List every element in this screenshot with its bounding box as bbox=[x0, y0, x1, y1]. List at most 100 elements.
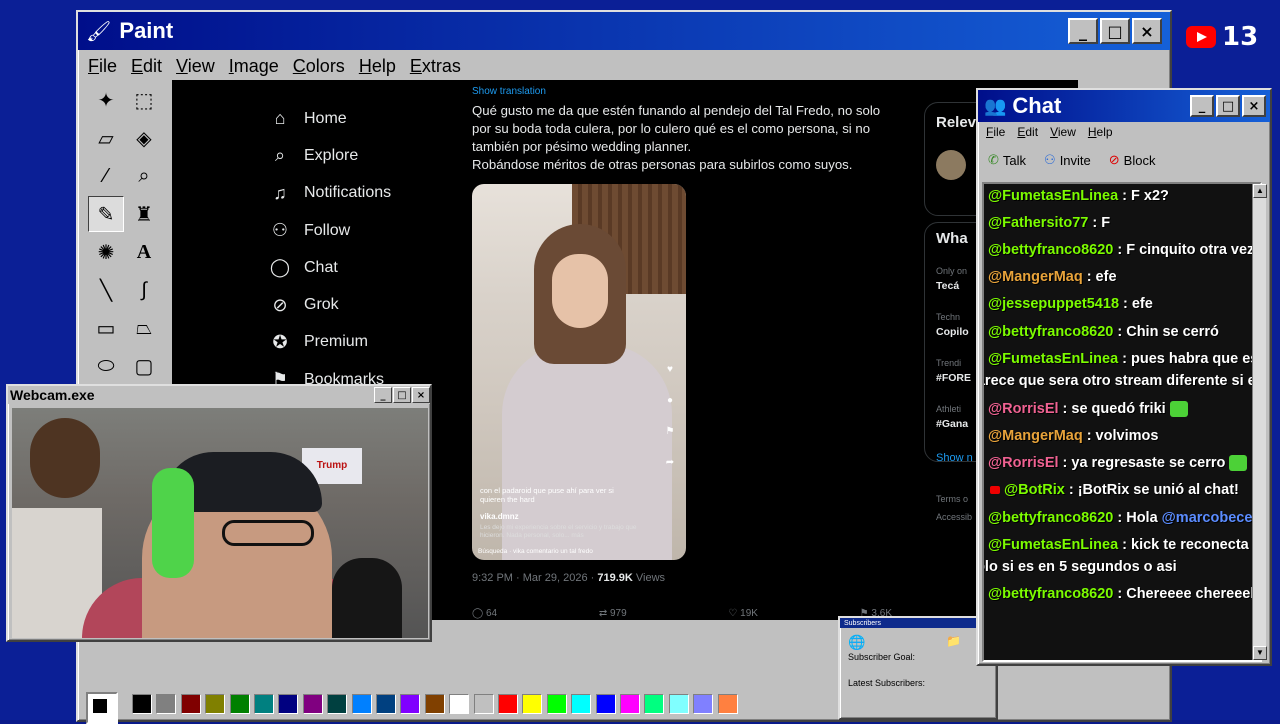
maximize-button[interactable]: □ bbox=[1216, 95, 1240, 117]
color-swatch[interactable] bbox=[132, 694, 152, 714]
nav-notifications[interactable]: ♫Notifications bbox=[268, 175, 391, 212]
menu-image[interactable]: Image bbox=[229, 56, 279, 77]
chat-menu-help[interactable]: Help bbox=[1088, 125, 1113, 139]
subscribers-titlebar[interactable]: Subscribers bbox=[840, 618, 996, 628]
scroll-up-arrow[interactable]: ▲ bbox=[1253, 184, 1267, 198]
minimize-button[interactable]: _ bbox=[374, 387, 392, 403]
color-swatch[interactable] bbox=[718, 694, 738, 714]
color-swatch[interactable] bbox=[230, 694, 250, 714]
close-button[interactable]: × bbox=[1242, 95, 1266, 117]
close-button[interactable]: × bbox=[412, 387, 430, 403]
color-swatch[interactable] bbox=[425, 694, 445, 714]
chat-username[interactable]: @bettyfranco8620 bbox=[988, 324, 1113, 340]
nav-explore[interactable]: ⌕Explore bbox=[268, 137, 391, 174]
color-swatch[interactable] bbox=[620, 694, 640, 714]
ellipse-icon[interactable]: ⬭ bbox=[88, 348, 124, 384]
free-select-icon[interactable]: ✦ bbox=[88, 82, 124, 118]
chat-titlebar[interactable]: 👥 Chat _ □ × bbox=[978, 90, 1270, 122]
menu-file[interactable]: File bbox=[88, 56, 117, 77]
color-swatch[interactable] bbox=[400, 694, 420, 714]
rect-select-icon[interactable]: ⬚ bbox=[126, 82, 162, 118]
color-swatch[interactable] bbox=[254, 694, 274, 714]
chat-username[interactable]: @FumetasEnLinea bbox=[988, 351, 1118, 367]
reply-button[interactable]: ◯ 64 bbox=[472, 608, 497, 619]
minimize-button[interactable]: _ bbox=[1068, 18, 1098, 44]
chat-username[interactable]: @bettyfranco8620 bbox=[988, 586, 1113, 602]
minimize-button[interactable]: _ bbox=[1190, 95, 1214, 117]
magnifier-icon[interactable]: ⌕ bbox=[126, 158, 162, 194]
current-colors[interactable] bbox=[86, 692, 118, 724]
color-swatch[interactable] bbox=[498, 694, 518, 714]
color-swatch[interactable] bbox=[303, 694, 323, 714]
chat-username[interactable]: @RorrisEl bbox=[988, 455, 1059, 471]
paint-titlebar[interactable]: 🖌 Paint _ □ × bbox=[78, 12, 1170, 50]
chat-username[interactable]: @jessepuppet5418 bbox=[988, 296, 1119, 312]
show-translation-link[interactable]: Show translation bbox=[472, 86, 546, 97]
color-swatch[interactable] bbox=[547, 694, 567, 714]
color-swatch[interactable] bbox=[644, 694, 664, 714]
chat-username[interactable]: @MangerMaq bbox=[988, 269, 1083, 285]
chat-username[interactable]: @MangerMaq bbox=[988, 428, 1083, 444]
menu-colors[interactable]: Colors bbox=[293, 56, 345, 77]
chat-menu-edit[interactable]: Edit bbox=[1017, 125, 1038, 139]
rounded-rect-icon[interactable]: ▢ bbox=[126, 348, 162, 384]
nav-follow[interactable]: ⚇Follow bbox=[268, 212, 391, 249]
color-swatch[interactable] bbox=[205, 694, 225, 714]
maximize-button[interactable]: □ bbox=[393, 387, 411, 403]
nav-home[interactable]: ⌂Home bbox=[268, 100, 391, 137]
scroll-down-arrow[interactable]: ▼ bbox=[1253, 646, 1267, 660]
color-swatch[interactable] bbox=[352, 694, 372, 714]
chat-username[interactable]: @FumetasEnLinea bbox=[988, 188, 1118, 204]
menu-view[interactable]: View bbox=[176, 56, 215, 77]
polygon-icon[interactable]: ⏢ bbox=[126, 310, 162, 346]
chat-mention[interactable]: @marcobecerrap bbox=[1162, 510, 1262, 526]
color-swatch[interactable] bbox=[596, 694, 616, 714]
color-picker-icon[interactable]: ⁄ bbox=[88, 158, 124, 194]
color-swatch[interactable] bbox=[522, 694, 542, 714]
color-swatch[interactable] bbox=[474, 694, 494, 714]
menu-edit[interactable]: Edit bbox=[131, 56, 162, 77]
curve-icon[interactable]: ∫ bbox=[126, 272, 162, 308]
fill-bucket-icon[interactable]: ◈ bbox=[126, 120, 162, 156]
chat-username[interactable]: @FumetasEnLinea bbox=[988, 537, 1118, 553]
invite-button[interactable]: ⚇Invite bbox=[1044, 152, 1091, 168]
chat-username[interactable]: @RorrisEl bbox=[988, 401, 1059, 417]
color-swatch[interactable] bbox=[156, 694, 176, 714]
retweet-button[interactable]: ⇄ 979 bbox=[599, 608, 627, 619]
webcam-titlebar[interactable]: Webcam.exe _ □ × bbox=[8, 386, 430, 404]
text-tool-icon[interactable]: A bbox=[126, 234, 162, 270]
menu-extras[interactable]: Extras bbox=[410, 56, 461, 77]
color-swatch[interactable] bbox=[693, 694, 713, 714]
airbrush-icon[interactable]: ✺ bbox=[88, 234, 124, 270]
line-icon[interactable]: ╲ bbox=[88, 272, 124, 308]
color-swatch[interactable] bbox=[181, 694, 201, 714]
pencil-icon[interactable]: ✎ bbox=[88, 196, 124, 232]
chat-scrollbar[interactable]: ▲ ▼ bbox=[1252, 184, 1266, 660]
eraser-icon[interactable]: ▱ bbox=[88, 120, 124, 156]
nav-premium[interactable]: ✪Premium bbox=[268, 324, 391, 361]
color-swatch[interactable] bbox=[571, 694, 591, 714]
brush-icon[interactable]: ♜ bbox=[126, 196, 162, 232]
color-swatch[interactable] bbox=[669, 694, 689, 714]
color-swatch[interactable] bbox=[376, 694, 396, 714]
block-button[interactable]: ⊘Block bbox=[1109, 152, 1156, 168]
menu-help[interactable]: Help bbox=[359, 56, 396, 77]
maximize-button[interactable]: □ bbox=[1100, 18, 1130, 44]
nav-grok[interactable]: ⊘Grok bbox=[268, 286, 391, 323]
nav-chat[interactable]: ◯Chat bbox=[268, 249, 391, 286]
like-button[interactable]: ♡ 19K bbox=[728, 608, 758, 619]
chat-username[interactable]: @BotRix bbox=[1004, 482, 1065, 498]
color-swatch[interactable] bbox=[327, 694, 347, 714]
tweet-video[interactable]: ♥●⚑➦ con el padaroid que puse ahí para v… bbox=[472, 184, 686, 560]
chat-username[interactable]: @bettyfranco8620 bbox=[988, 242, 1113, 258]
chat-log[interactable]: @FumetasEnLinea: F x2?@Fathersito77: F@b… bbox=[982, 182, 1262, 662]
close-button[interactable]: × bbox=[1132, 18, 1162, 44]
color-swatch[interactable] bbox=[449, 694, 469, 714]
chat-username[interactable]: @bettyfranco8620 bbox=[988, 510, 1113, 526]
chat-menu-view[interactable]: View bbox=[1050, 125, 1076, 139]
color-swatch[interactable] bbox=[278, 694, 298, 714]
rectangle-icon[interactable]: ▭ bbox=[88, 310, 124, 346]
chat-username[interactable]: @Fathersito77 bbox=[988, 215, 1088, 231]
talk-button[interactable]: ✆Talk bbox=[988, 152, 1026, 168]
chat-menu-file[interactable]: File bbox=[986, 125, 1005, 139]
